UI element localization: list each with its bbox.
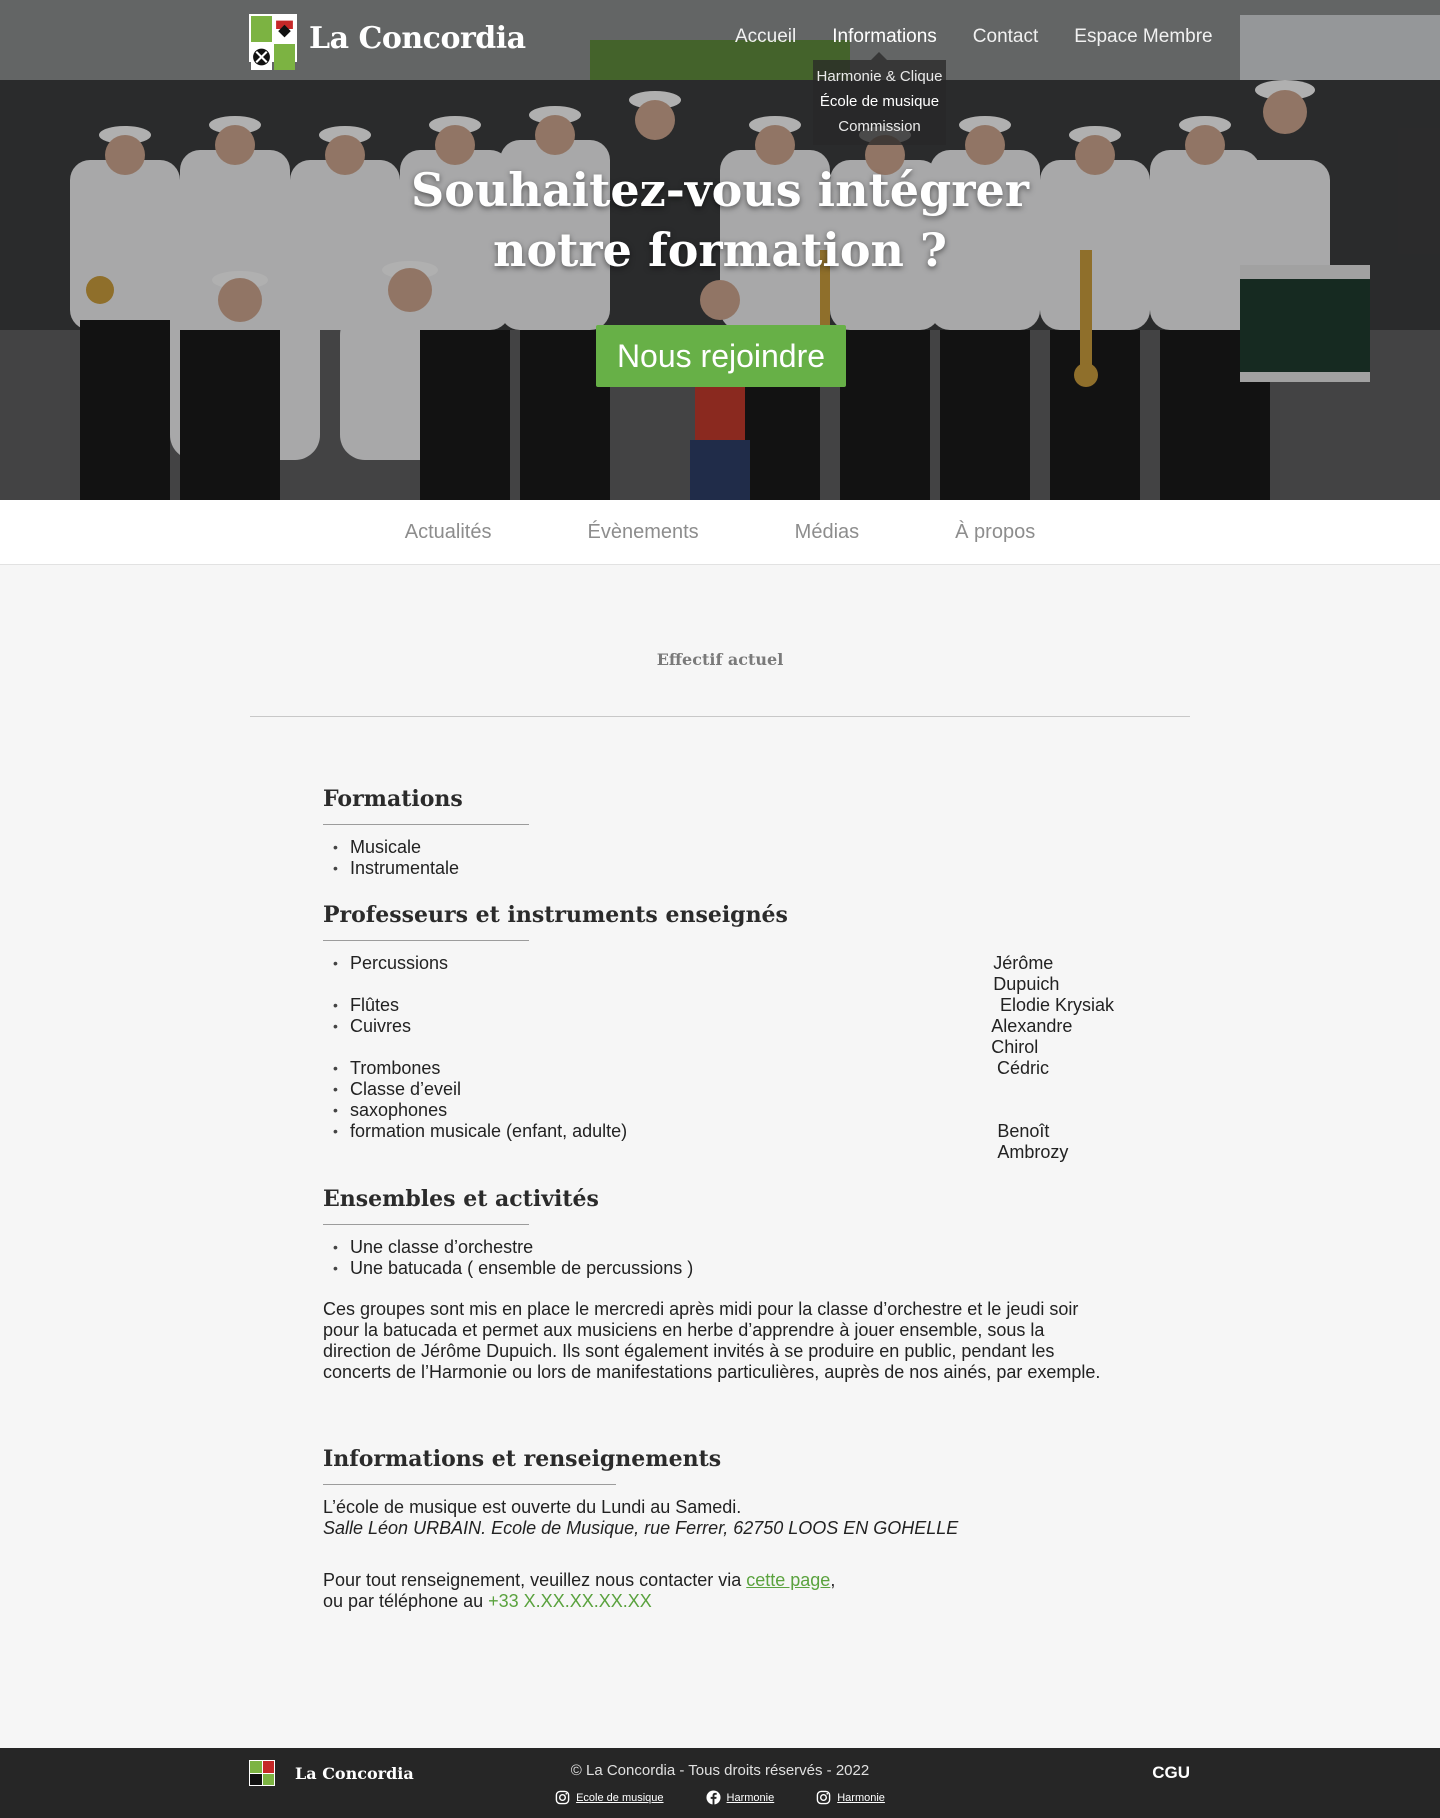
instrument-name: Cuivres [350, 1016, 412, 1036]
crest-logo [249, 14, 297, 70]
copyright: © La Concordia - Tous droits réservés - … [570, 1762, 870, 1779]
facebook-icon [706, 1790, 721, 1805]
hero-title: Souhaitez-vous intégrer notre formation … [0, 160, 1440, 280]
teacher-row: Trombones Cédric [333, 1058, 1123, 1079]
teacher-row: Percussions Jérôme Dupuich [333, 953, 1123, 995]
teacher-row: saxophones [333, 1100, 1123, 1121]
site-footer: La Concordia © La Concordia - Tous droit… [0, 1748, 1440, 1818]
instrument-name: Trombones [350, 1058, 441, 1078]
footer-link-label: Harmonie [837, 1791, 885, 1804]
contact-line: Pour tout renseignement, veuillez nous c… [323, 1570, 1123, 1591]
dropdown-item-ecole[interactable]: École de musique [813, 89, 946, 114]
section-divider [250, 716, 1190, 717]
instrument-name: formation musicale (enfant, adulte) [350, 1121, 628, 1141]
instrument-name: saxophones [350, 1100, 448, 1120]
list-item: Musicale [333, 837, 1123, 858]
instagram-icon [555, 1790, 570, 1805]
heading-underline [323, 1224, 529, 1225]
footer-link-harmonie-facebook[interactable]: Harmonie [706, 1790, 775, 1805]
ensembles-list: Une classe d’orchestre Une batucada ( en… [323, 1237, 1123, 1279]
instrument-name: Classe d’eveil [350, 1079, 462, 1099]
teacher-name: Jérôme Dupuich [993, 953, 1060, 994]
phone-line: ou par téléphone au +33 X.XX.XX.XX.XX [323, 1591, 1123, 1612]
formations-list: Musicale Instrumentale [323, 837, 1123, 879]
secondary-navigation: Actualités Évènements Médias À propos [0, 500, 1440, 565]
teacher-row: formation musicale (enfant, adulte) Benoî… [333, 1121, 1123, 1163]
subnav-evenements[interactable]: Évènements [588, 521, 699, 544]
teacher-name: Alexandre Chirol [991, 1016, 1073, 1057]
phone-prefix: ou par téléphone au [323, 1591, 489, 1611]
dropdown-item-harmonie[interactable]: Harmonie & Clique [813, 64, 946, 89]
heading-underline [323, 1484, 616, 1485]
section-heading: Effectif actuel [656, 650, 784, 669]
formations-title: Formations [323, 786, 463, 812]
contact-page-link[interactable]: cette page [746, 1570, 830, 1590]
nav-espace-membre[interactable]: Espace Membre [1074, 26, 1212, 48]
instrument-name: Percussions [350, 953, 449, 973]
teacher-row: Flûtes Elodie Krysiak [333, 995, 1123, 1016]
info-title: Informations et renseignements [323, 1446, 722, 1472]
subnav-medias[interactable]: Médias [795, 521, 859, 544]
subnav-actualites[interactable]: Actualités [405, 521, 492, 544]
nav-contact[interactable]: Contact [973, 26, 1038, 48]
opening-hours: L’école de musique est ouverte du Lundi … [323, 1497, 742, 1517]
brand-name: La Concordia [309, 20, 526, 56]
join-button[interactable]: Nous rejoindre [596, 325, 846, 387]
address: Salle Léon URBAIN. Ecole de Musique, rue… [323, 1518, 959, 1538]
footer-link-ecole-instagram[interactable]: Ecole de musique [555, 1790, 664, 1805]
heading-underline [323, 940, 529, 941]
ensembles-paragraph: Ces groupes sont mis en place le mercred… [323, 1299, 1101, 1382]
contact-prefix: Pour tout renseignement, veuillez nous c… [323, 1570, 747, 1590]
footer-link-label: Harmonie [726, 1791, 775, 1804]
main-content: Formations Musicale Instrumentale Profes… [323, 786, 1123, 1612]
site-brand[interactable]: La Concordia [249, 14, 526, 70]
informations-dropdown: Harmonie & Clique École de musique Commi… [813, 52, 946, 145]
hero-title-line2: notre formation ? [493, 223, 947, 277]
footer-link-label: Ecole de musique [576, 1791, 664, 1804]
teachers-list: Percussions Jérôme Dupuich Flûtes Elodie K… [323, 953, 1123, 1163]
ensembles-title: Ensembles et activités [323, 1186, 599, 1212]
teacher-row: Classe d’eveil [333, 1079, 1123, 1100]
list-item: Une classe d’orchestre [333, 1237, 1123, 1258]
instagram-icon [816, 1790, 831, 1805]
cgu-link[interactable]: CGU [1152, 1763, 1190, 1783]
teacher-name: Cédric [997, 1058, 1050, 1078]
heading-underline [323, 824, 529, 825]
social-links: Ecole de musique Harmonie Harmonie [0, 1790, 1440, 1805]
teacher-row: Cuivres Alexandre Chirol [333, 1016, 1123, 1058]
nav-accueil[interactable]: Accueil [735, 26, 796, 48]
dropdown-item-commission[interactable]: Commission [813, 114, 946, 139]
teachers-title: Professeurs et instruments enseignés [323, 902, 788, 928]
teacher-name: Elodie Krysiak [1000, 995, 1115, 1015]
list-item: Une batucada ( ensemble de percussions ) [333, 1258, 1123, 1279]
subnav-a-propos[interactable]: À propos [955, 521, 1035, 544]
nav-informations[interactable]: Informations [832, 26, 937, 48]
top-navigation: Accueil Informations Contact Espace Memb… [735, 26, 1249, 48]
contact-suffix: , [830, 1570, 836, 1590]
teacher-name: Benoît Ambrozy [997, 1121, 1069, 1162]
footer-link-harmonie-instagram[interactable]: Harmonie [816, 1790, 885, 1805]
hero-title-line1: Souhaitez-vous intégrer [411, 163, 1029, 217]
instrument-name: Flûtes [350, 995, 400, 1015]
list-item: Instrumentale [333, 858, 1123, 879]
phone-number[interactable]: +33 X.XX.XX.XX.XX [488, 1591, 652, 1611]
